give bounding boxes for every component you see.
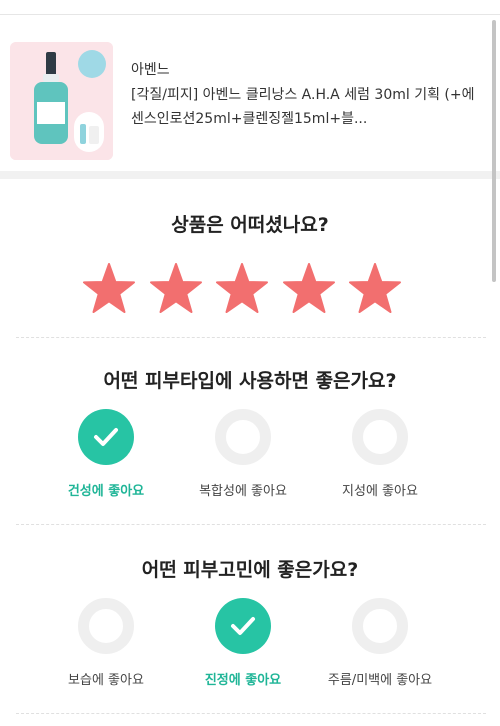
product-thumbnail xyxy=(10,42,113,160)
star-icon-2[interactable] xyxy=(149,262,203,314)
skin-type-option-dry[interactable]: 건성에 좋아요 xyxy=(41,409,171,499)
skin-type-option-oily[interactable]: 지성에 좋아요 xyxy=(315,409,445,499)
product-summary: 아벤느 [각질/피지] 아벤느 클리낭스 A.H.A 세럼 30ml 기획 (+… xyxy=(0,15,500,171)
section-separator xyxy=(0,171,500,179)
check-icon[interactable] xyxy=(215,598,271,654)
skin-concern-question: 어떤 피부고민에 좋은가요? xyxy=(141,559,359,581)
divider xyxy=(16,524,486,525)
star-rating[interactable] xyxy=(82,262,402,314)
radio-circle-icon[interactable] xyxy=(352,409,408,465)
radio-circle-icon[interactable] xyxy=(78,598,134,654)
skin-type-option-label: 복합성에 좋아요 xyxy=(199,484,287,499)
scrollbar-thumb[interactable] xyxy=(492,20,496,282)
check-icon[interactable] xyxy=(78,409,134,465)
skin-type-options: 건성에 좋아요 복합성에 좋아요 지성에 좋아요 xyxy=(0,409,500,499)
star-icon-1[interactable] xyxy=(82,262,136,314)
skin-concern-option-label: 주름/미백에 좋아요 xyxy=(327,673,433,688)
star-icon-3[interactable] xyxy=(215,262,269,314)
skin-type-option-label: 지성에 좋아요 xyxy=(342,484,418,499)
star-icon-4[interactable] xyxy=(282,262,336,314)
skin-concern-option-label: 진정에 좋아요 xyxy=(204,673,282,688)
skin-type-question: 어떤 피부타입에 사용하면 좋은가요? xyxy=(103,370,397,392)
radio-circle-icon[interactable] xyxy=(352,598,408,654)
skin-concern-option-label: 보습에 좋아요 xyxy=(68,673,144,688)
star-icon-5[interactable] xyxy=(348,262,402,314)
skin-concern-options: 보습에 좋아요 진정에 좋아요 주름/미백에 좋아요 xyxy=(0,598,500,688)
radio-circle-icon[interactable] xyxy=(215,409,271,465)
skin-type-option-label: 건성에 좋아요 xyxy=(67,484,145,499)
divider xyxy=(16,337,486,338)
skin-concern-option-moisture[interactable]: 보습에 좋아요 xyxy=(41,598,171,688)
product-name: [각질/피지] 아벤느 클리낭스 A.H.A 세럼 30ml 기획 (+에센스인… xyxy=(131,87,475,127)
divider xyxy=(16,713,486,714)
skin-concern-option-wrinkle-whitening[interactable]: 주름/미백에 좋아요 xyxy=(315,598,445,688)
product-brand: 아벤느 xyxy=(131,62,170,78)
skin-concern-option-soothing[interactable]: 진정에 좋아요 xyxy=(178,598,308,688)
skin-type-option-combination[interactable]: 복합성에 좋아요 xyxy=(178,409,308,499)
rating-question: 상품은 어떠셨나요? xyxy=(171,214,329,236)
